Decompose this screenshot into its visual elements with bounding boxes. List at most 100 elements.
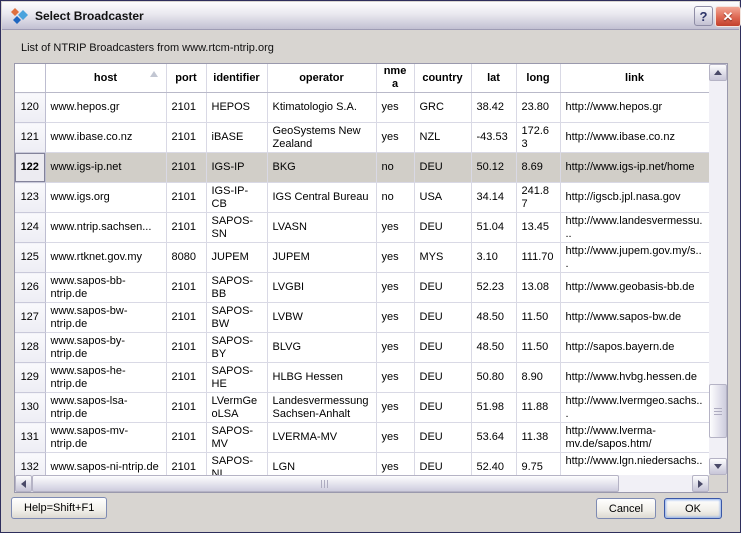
identifier-cell[interactable]: iBASE xyxy=(206,123,267,153)
host-cell[interactable]: www.sapos-bw-ntrip.de xyxy=(45,303,166,333)
scroll-left-button[interactable] xyxy=(15,475,32,492)
identifier-cell[interactable]: JUPEM xyxy=(206,243,267,273)
column-header-long[interactable]: long xyxy=(516,64,560,93)
operator-cell[interactable]: Ktimatologio S.A. xyxy=(267,93,376,123)
country-cell[interactable]: MYS xyxy=(414,243,471,273)
port-cell[interactable]: 2101 xyxy=(166,333,206,363)
column-header-host[interactable]: host xyxy=(45,64,166,93)
operator-cell[interactable]: JUPEM xyxy=(267,243,376,273)
column-header-lat[interactable]: lat xyxy=(471,64,516,93)
country-cell[interactable]: USA xyxy=(414,183,471,213)
long-cell[interactable]: 111.70 xyxy=(516,243,560,273)
lat-cell[interactable]: 48.50 xyxy=(471,303,516,333)
port-cell[interactable]: 2101 xyxy=(166,123,206,153)
identifier-cell[interactable]: LVermGeoLSA xyxy=(206,393,267,423)
lat-cell[interactable]: -43.53 xyxy=(471,123,516,153)
row-number-cell[interactable]: 124 xyxy=(15,213,45,243)
long-cell[interactable]: 172.63 xyxy=(516,123,560,153)
link-cell[interactable]: http://www.hvbg.hessen.de xyxy=(560,363,709,393)
port-cell[interactable]: 2101 xyxy=(166,153,206,183)
long-cell[interactable]: 11.38 xyxy=(516,423,560,453)
row-number-cell[interactable]: 125 xyxy=(15,243,45,273)
lat-cell[interactable]: 50.12 xyxy=(471,153,516,183)
nmea-cell[interactable]: no xyxy=(376,153,414,183)
host-cell[interactable]: www.rtknet.gov.my xyxy=(45,243,166,273)
country-cell[interactable]: DEU xyxy=(414,333,471,363)
lat-cell[interactable]: 52.23 xyxy=(471,273,516,303)
country-cell[interactable]: DEU xyxy=(414,213,471,243)
table-row[interactable]: 123 www.igs.org 2101 IGS-IP-CB IGS Centr… xyxy=(15,183,709,213)
row-number-cell[interactable]: 121 xyxy=(15,123,45,153)
link-cell[interactable]: http://www.jupem.gov.my/s... xyxy=(560,243,709,273)
host-cell[interactable]: www.sapos-mv-ntrip.de xyxy=(45,423,166,453)
long-cell[interactable]: 11.88 xyxy=(516,393,560,423)
lat-cell[interactable]: 38.42 xyxy=(471,93,516,123)
host-cell[interactable]: www.igs.org xyxy=(45,183,166,213)
port-cell[interactable]: 2101 xyxy=(166,363,206,393)
operator-cell[interactable]: BLVG xyxy=(267,333,376,363)
host-cell[interactable]: www.igs-ip.net xyxy=(45,153,166,183)
vertical-scrollbar-thumb[interactable] xyxy=(709,384,727,438)
port-cell[interactable]: 2101 xyxy=(166,273,206,303)
scroll-up-button[interactable] xyxy=(709,64,727,81)
operator-cell[interactable]: Landesvermessung Sachsen-Anhalt xyxy=(267,393,376,423)
table-row[interactable]: 125 www.rtknet.gov.my 8080 JUPEM JUPEM y… xyxy=(15,243,709,273)
lat-cell[interactable]: 50.80 xyxy=(471,363,516,393)
column-header-rownum[interactable] xyxy=(15,64,45,93)
nmea-cell[interactable]: yes xyxy=(376,243,414,273)
lat-cell[interactable]: 51.98 xyxy=(471,393,516,423)
column-header-port[interactable]: port xyxy=(166,64,206,93)
table-row[interactable]: 126 www.sapos-bb-ntrip.de 2101 SAPOS-BB … xyxy=(15,273,709,303)
link-cell[interactable]: http://igscb.jpl.nasa.gov xyxy=(560,183,709,213)
titlebar-help-button[interactable]: ? xyxy=(694,6,713,26)
host-cell[interactable]: www.ntrip.sachsen... xyxy=(45,213,166,243)
table-row[interactable]: 124 www.ntrip.sachsen... 2101 SAPOS-SN L… xyxy=(15,213,709,243)
long-cell[interactable]: 13.45 xyxy=(516,213,560,243)
host-cell[interactable]: www.sapos-bb-ntrip.de xyxy=(45,273,166,303)
row-number-cell[interactable]: 120 xyxy=(15,93,45,123)
lat-cell[interactable]: 3.10 xyxy=(471,243,516,273)
column-header-operator[interactable]: operator xyxy=(267,64,376,93)
identifier-cell[interactable]: SAPOS-BY xyxy=(206,333,267,363)
table-row[interactable]: 122 www.igs-ip.net 2101 IGS-IP BKG no DE… xyxy=(15,153,709,183)
long-cell[interactable]: 8.90 xyxy=(516,363,560,393)
row-number-cell[interactable]: 128 xyxy=(15,333,45,363)
country-cell[interactable]: DEU xyxy=(414,273,471,303)
ok-button[interactable]: OK xyxy=(664,498,722,519)
identifier-cell[interactable]: SAPOS-BB xyxy=(206,273,267,303)
port-cell[interactable]: 2101 xyxy=(166,183,206,213)
scroll-right-button[interactable] xyxy=(692,475,709,492)
link-cell[interactable]: http://www.lvermgeo.sachs... xyxy=(560,393,709,423)
row-number-cell[interactable]: 129 xyxy=(15,363,45,393)
lat-cell[interactable]: 48.50 xyxy=(471,333,516,363)
long-cell[interactable]: 11.50 xyxy=(516,303,560,333)
titlebar[interactable]: Select Broadcaster ? ✕ xyxy=(2,2,739,30)
operator-cell[interactable]: LVGBI xyxy=(267,273,376,303)
lat-cell[interactable]: 53.64 xyxy=(471,423,516,453)
nmea-cell[interactable]: yes xyxy=(376,123,414,153)
row-number-cell[interactable]: 131 xyxy=(15,423,45,453)
port-cell[interactable]: 2101 xyxy=(166,423,206,453)
link-cell[interactable]: http://sapos.bayern.de xyxy=(560,333,709,363)
nmea-cell[interactable]: yes xyxy=(376,333,414,363)
long-cell[interactable]: 241.87 xyxy=(516,183,560,213)
long-cell[interactable]: 11.50 xyxy=(516,333,560,363)
scroll-down-button[interactable] xyxy=(709,458,727,475)
operator-cell[interactable]: BKG xyxy=(267,153,376,183)
lat-cell[interactable]: 51.04 xyxy=(471,213,516,243)
long-cell[interactable]: 8.69 xyxy=(516,153,560,183)
nmea-cell[interactable]: no xyxy=(376,183,414,213)
nmea-cell[interactable]: yes xyxy=(376,363,414,393)
horizontal-scrollbar[interactable] xyxy=(15,475,709,492)
identifier-cell[interactable]: SAPOS-BW xyxy=(206,303,267,333)
column-header-identifier[interactable]: identifier xyxy=(206,64,267,93)
host-cell[interactable]: www.sapos-by-ntrip.de xyxy=(45,333,166,363)
column-header-country[interactable]: country xyxy=(414,64,471,93)
identifier-cell[interactable]: SAPOS-SN xyxy=(206,213,267,243)
host-cell[interactable]: www.sapos-lsa-ntrip.de xyxy=(45,393,166,423)
link-cell[interactable]: http://www.sapos-bw.de xyxy=(560,303,709,333)
identifier-cell[interactable]: IGS-IP xyxy=(206,153,267,183)
identifier-cell[interactable]: SAPOS-MV xyxy=(206,423,267,453)
link-cell[interactable]: http://www.geobasis-bb.de xyxy=(560,273,709,303)
table-row[interactable]: 128 www.sapos-by-ntrip.de 2101 SAPOS-BY … xyxy=(15,333,709,363)
